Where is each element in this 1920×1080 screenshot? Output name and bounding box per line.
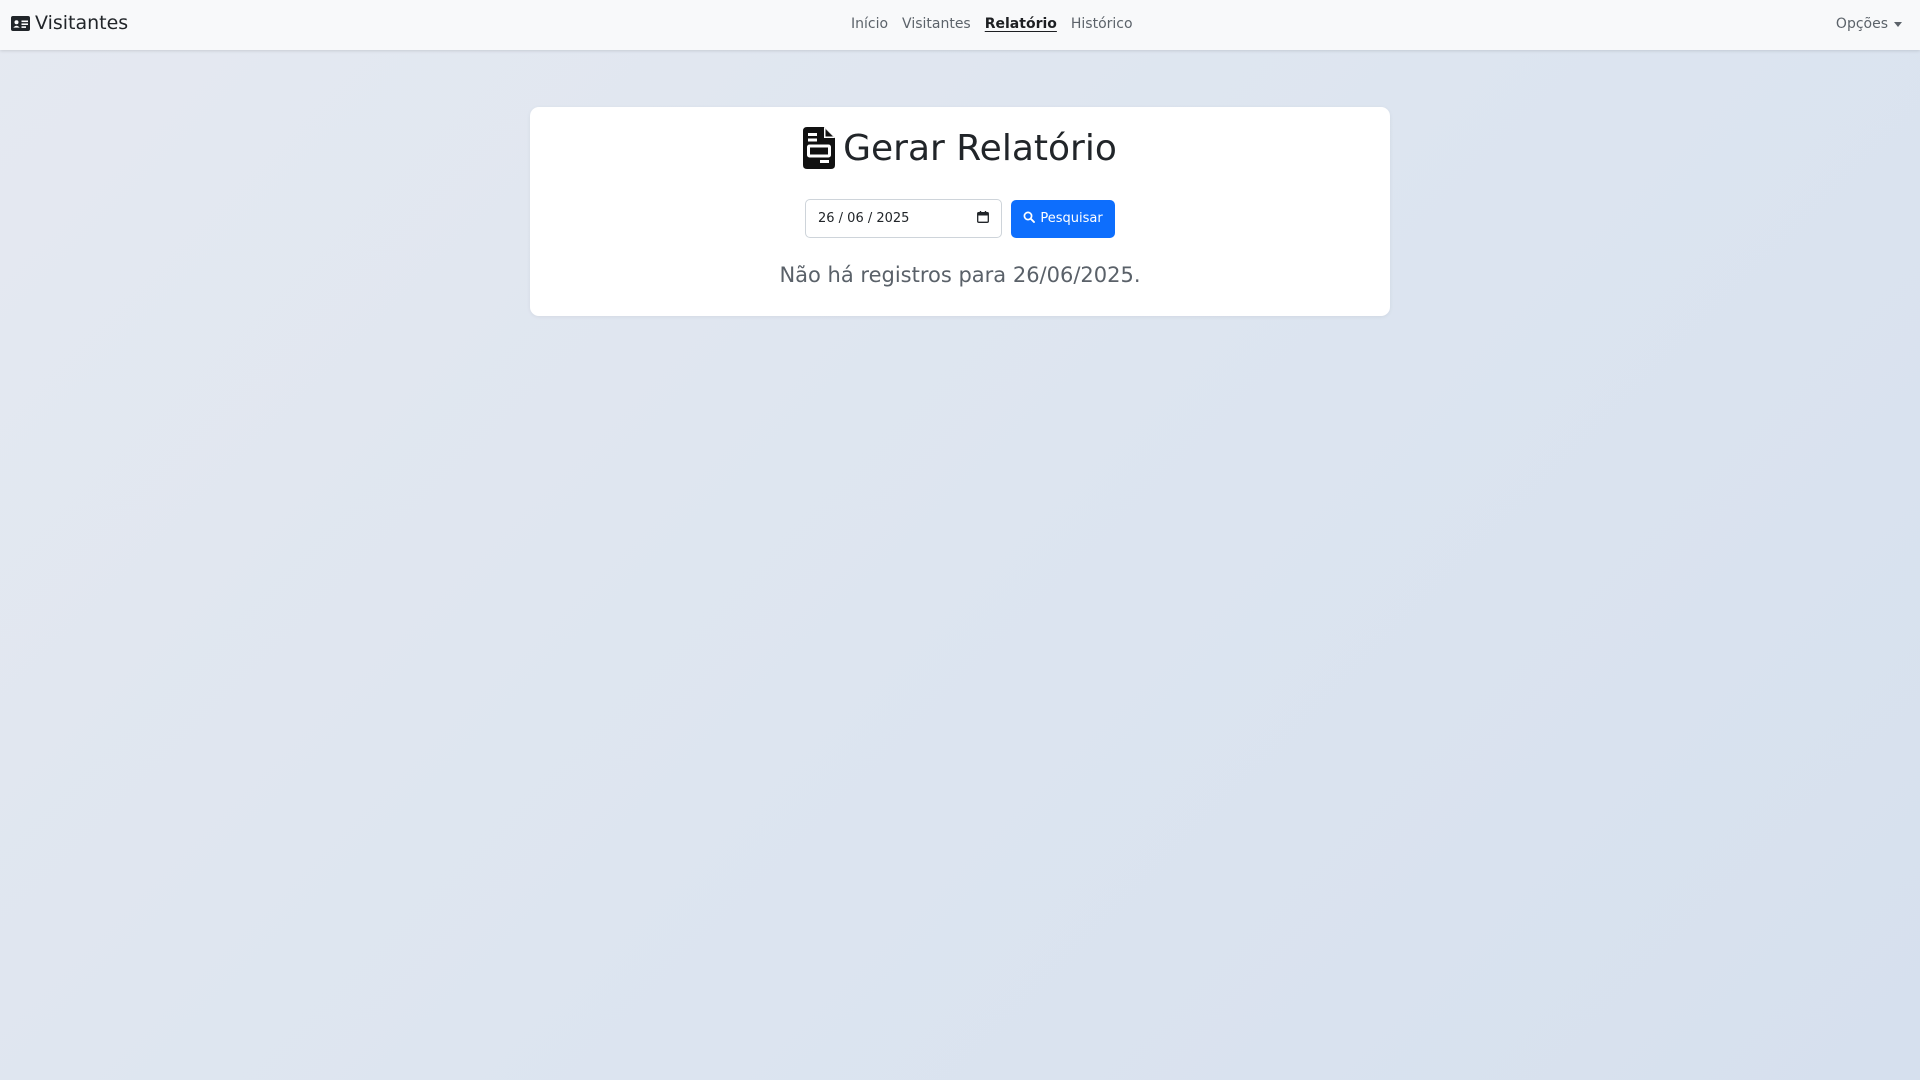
caret-down-icon <box>1894 21 1902 27</box>
id-card-icon <box>11 15 30 31</box>
search-form: 26 / 06 / 2025 Pesquisar <box>805 199 1115 238</box>
brand-link[interactable]: Visitantes <box>11 12 128 34</box>
nav-link-visitantes[interactable]: Visitantes <box>902 16 971 32</box>
options-dropdown[interactable]: Opções <box>1836 16 1902 32</box>
date-value: 26 / 06 / 2025 <box>818 211 910 226</box>
calendar-icon[interactable] <box>977 210 989 227</box>
options-label: Opções <box>1835 16 1888 32</box>
page-title: Gerar Relatório <box>530 127 1390 169</box>
date-input[interactable]: 26 / 06 / 2025 <box>805 199 1002 238</box>
brand-label: Visitantes <box>35 12 129 34</box>
search-button[interactable]: Pesquisar <box>1011 199 1115 238</box>
nav-link-relatorio[interactable]: Relatório <box>985 16 1057 32</box>
title-text: Gerar Relatório <box>843 127 1117 169</box>
nav-link-inicio[interactable]: Início <box>851 16 888 32</box>
empty-results-message: Não há registros para 26/06/2025. <box>779 263 1141 287</box>
search-icon <box>1023 211 1036 227</box>
file-invoice-icon <box>803 127 836 169</box>
nav-link-historico[interactable]: Histórico <box>1071 16 1133 32</box>
report-card: Gerar Relatório 26 / 06 / 2025 Pesquisar… <box>530 107 1390 316</box>
main-nav: Início Visitantes Relatório Histórico <box>851 16 1133 32</box>
top-navbar: Visitantes Início Visitantes Relatório H… <box>0 0 1920 50</box>
search-button-label: Pesquisar <box>1040 211 1103 226</box>
